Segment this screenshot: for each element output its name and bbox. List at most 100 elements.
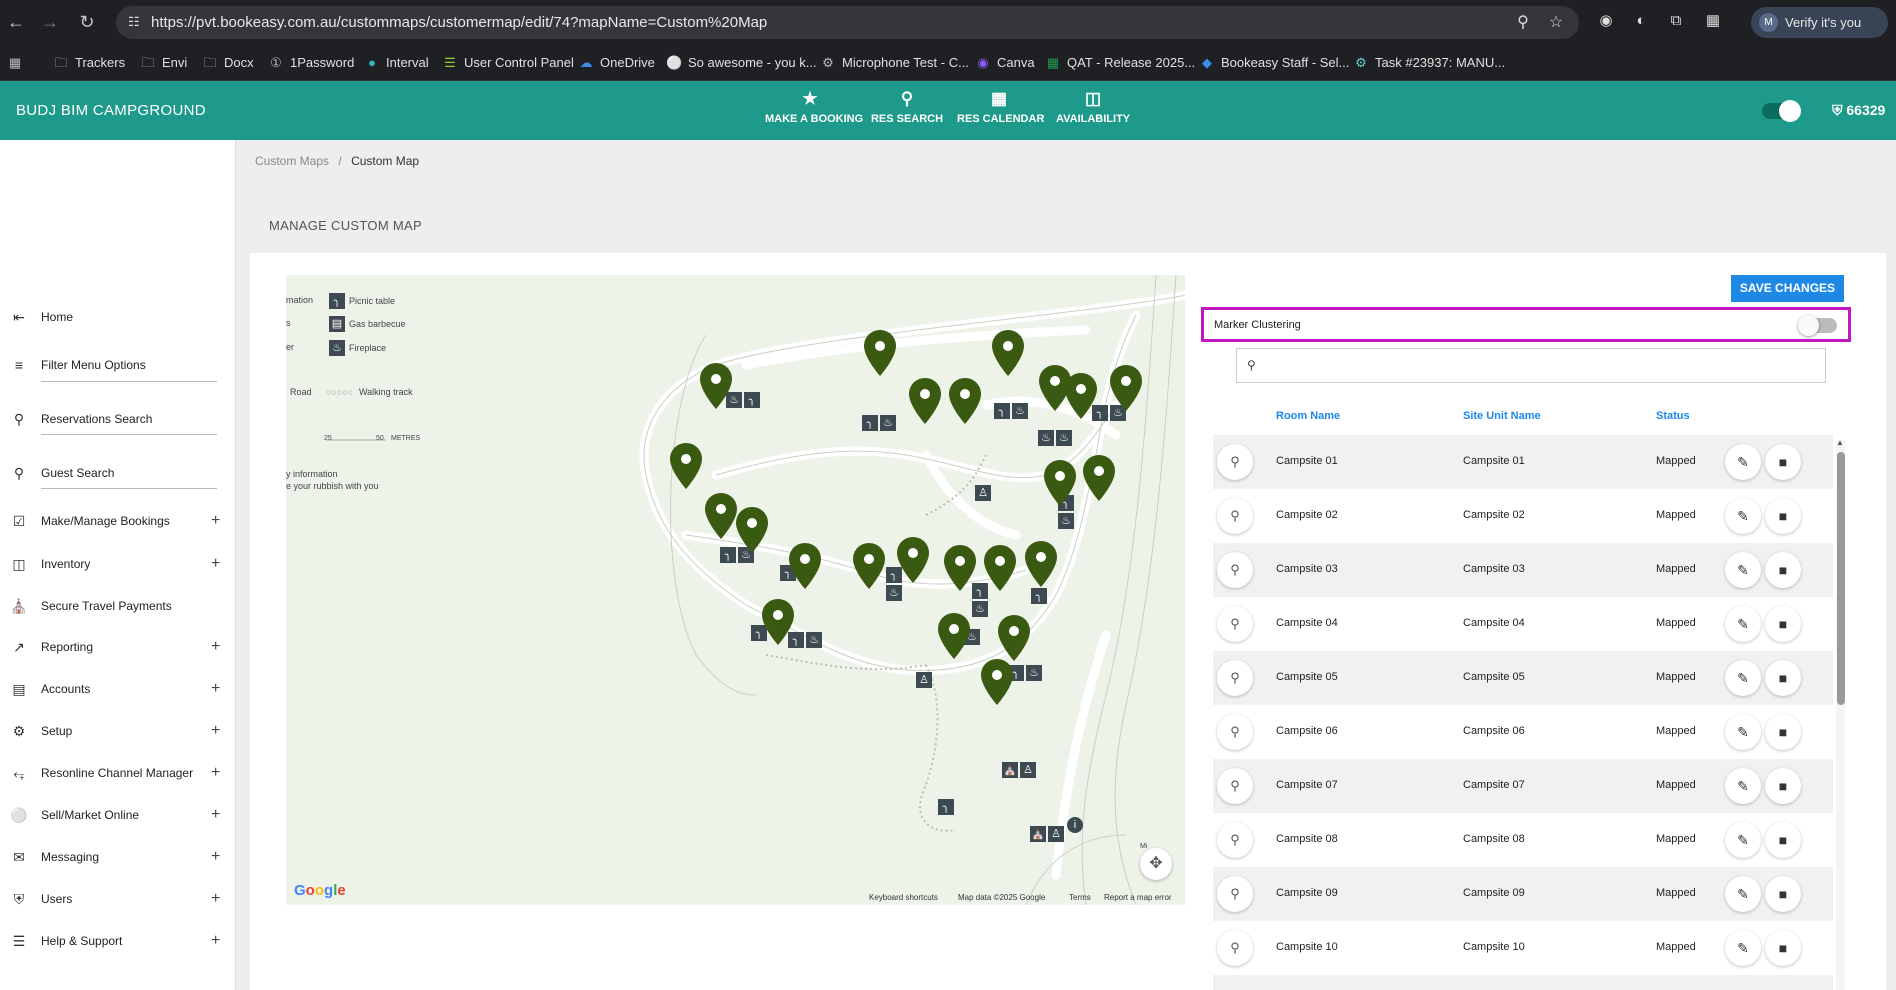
password-extension-icon[interactable]: ◉	[1596, 11, 1616, 31]
extension-icon[interactable]: ◐	[1631, 11, 1651, 31]
copy-extension-icon[interactable]: ⧉	[1666, 11, 1686, 31]
edit-pencil-icon[interactable]: ✎	[1725, 552, 1761, 588]
sidebar-item-setup[interactable]: ⚙ Setup +	[0, 716, 236, 746]
table-row[interactable]: ⚲ Campsite 10 Campsite 10 Mapped ✎ ■	[1213, 921, 1833, 975]
map-pin-icon[interactable]: ⚲	[1217, 822, 1253, 858]
sidebar-item-resonline-channel-manager[interactable]: ⥆ Resonline Channel Manager +	[0, 758, 236, 788]
map-pin-icon[interactable]: ⚲	[1217, 606, 1253, 642]
edit-pencil-icon[interactable]: ✎	[1725, 444, 1761, 480]
map-pin-icon[interactable]: ⚲	[1217, 660, 1253, 696]
expand-icon[interactable]: +	[211, 555, 220, 573]
scroll-up-icon[interactable]: ▲	[1836, 438, 1844, 447]
map-pin-icon[interactable]: ⚲	[1217, 768, 1253, 804]
sidebar-item-users[interactable]: ⛨ Users +	[0, 884, 236, 914]
site-settings-icon[interactable]: ☷	[128, 14, 144, 30]
nav-make-a-booking[interactable]: ★ MAKE A BOOKING	[765, 89, 863, 133]
bookmark-canva[interactable]: ◉ Canva	[975, 54, 1034, 72]
zoom-icon[interactable]: ⚲	[1513, 13, 1533, 33]
delete-trash-icon[interactable]: ■	[1765, 822, 1801, 858]
table-row[interactable]: ⚲ Campsite 08 Campsite 08 Mapped ✎ ■	[1213, 813, 1833, 867]
expand-icon[interactable]: +	[211, 722, 220, 740]
sidebar-item-reporting[interactable]: ↗ Reporting +	[0, 632, 236, 662]
bookmark-1password[interactable]: ① 1Password	[268, 54, 354, 72]
edit-pencil-icon[interactable]: ✎	[1725, 822, 1761, 858]
table-row[interactable]: ⚲ Campsite 07 Campsite 07 Mapped ✎ ■	[1213, 759, 1833, 813]
edit-pencil-icon[interactable]: ✎	[1725, 876, 1761, 912]
bookmark-star-icon[interactable]: ☆	[1546, 13, 1566, 33]
expand-icon[interactable]: +	[211, 680, 220, 698]
column-header-status[interactable]: Status	[1656, 410, 1690, 422]
nav-availability[interactable]: ◫ AVAILABILITY	[1056, 89, 1130, 133]
sidebar-item-home[interactable]: ⇤ Home	[0, 302, 236, 332]
apps-grid-icon[interactable]: ▦	[7, 54, 29, 72]
terms-link[interactable]: Terms	[1069, 893, 1091, 902]
url-text[interactable]: https://pvt.bookeasy.com.au/custommaps/c…	[151, 14, 767, 31]
table-row[interactable]: ⚲ Campsite 01 Campsite 01 Mapped ✎ ■	[1213, 435, 1833, 489]
delete-trash-icon[interactable]: ■	[1765, 930, 1801, 966]
sidebar-item-reservations-search[interactable]: ⚲ Reservations Search	[0, 404, 236, 434]
fullscreen-icon[interactable]: ✥	[1140, 848, 1172, 880]
delete-trash-icon[interactable]: ■	[1765, 498, 1801, 534]
delete-trash-icon[interactable]: ■	[1765, 444, 1801, 480]
bookmark-onedrive[interactable]: ☁ OneDrive	[578, 54, 655, 72]
brand-name[interactable]: BUDJ BIM CAMPGROUND	[16, 102, 206, 119]
nav-res-search[interactable]: ⚲ RES SEARCH	[870, 89, 944, 133]
report-error-link[interactable]: Report a map error	[1104, 893, 1172, 902]
delete-trash-icon[interactable]: ■	[1765, 552, 1801, 588]
sidebar-item-help-support[interactable]: ☰ Help & Support +	[0, 926, 236, 956]
expand-icon[interactable]: +	[211, 932, 220, 950]
sidebar-item-accounts[interactable]: ▤ Accounts +	[0, 674, 236, 704]
puzzle-extension-icon[interactable]: ▦	[1703, 11, 1723, 31]
google-logo[interactable]: Google	[294, 882, 346, 899]
forward-arrow-icon[interactable]: →	[38, 10, 62, 34]
room-search-input[interactable]	[1267, 355, 1817, 377]
table-row[interactable]: ⚲ Campsite 05 Campsite 05 Mapped ✎ ■	[1213, 651, 1833, 705]
table-row[interactable]: ⚲ Campsite 02 Campsite 02 Mapped ✎ ■	[1213, 489, 1833, 543]
sidebar-item-make-manage-bookings[interactable]: ☑ Make/Manage Bookings +	[0, 506, 236, 536]
bookmark-interval[interactable]: ● Interval	[364, 54, 429, 72]
breadcrumb-link-custom-maps[interactable]: Custom Maps	[255, 154, 329, 168]
table-row[interactable]: ⚲ Campsite 09 Campsite 09 Mapped ✎ ■	[1213, 867, 1833, 921]
bookmark-envi[interactable]: 🗀 Envi	[140, 54, 187, 72]
header-toggle[interactable]	[1762, 100, 1801, 122]
bookmark-so-awesome[interactable]: ⚪ So awesome - you k...	[666, 54, 817, 72]
expand-icon[interactable]: +	[211, 848, 220, 866]
expand-icon[interactable]: +	[211, 890, 220, 908]
edit-pencil-icon[interactable]: ✎	[1725, 930, 1761, 966]
campground-map[interactable]: mation s er ╮ Picnic table ▤ Gas barbecu…	[286, 275, 1185, 905]
map-pin-icon[interactable]: ⚲	[1217, 552, 1253, 588]
sidebar-item-messaging[interactable]: ✉ Messaging +	[0, 842, 236, 872]
expand-icon[interactable]: +	[211, 512, 220, 530]
table-row[interactable]: ⚲ Campsite 03 Campsite 03 Mapped ✎ ■	[1213, 543, 1833, 597]
sidebar-item-inventory[interactable]: ◫ Inventory +	[0, 549, 236, 579]
bookmark-docx[interactable]: 🗀 Docx	[202, 54, 253, 72]
reload-icon[interactable]: ↻	[75, 10, 99, 34]
delete-trash-icon[interactable]: ■	[1765, 768, 1801, 804]
sidebar-item-filter-menu-options[interactable]: ≡ Filter Menu Options	[0, 350, 236, 380]
map-pin-icon[interactable]: ⚲	[1217, 498, 1253, 534]
bookmark-microphone-test[interactable]: ⚙ Microphone Test - C...	[820, 54, 969, 72]
bookmark-qat-release[interactable]: ▦ QAT - Release 2025...	[1045, 54, 1195, 72]
back-arrow-icon[interactable]: ←	[4, 10, 28, 34]
map-pin-icon[interactable]: ⚲	[1217, 714, 1253, 750]
column-header-site-unit-name[interactable]: Site Unit Name	[1463, 410, 1541, 422]
table-scrollbar-thumb[interactable]	[1837, 452, 1845, 705]
bookmark-user-control-panel[interactable]: ☰ User Control Panel	[442, 54, 574, 72]
sidebar-item-secure-travel-payments[interactable]: ⛪ Secure Travel Payments	[0, 591, 236, 621]
verify-profile-button[interactable]: M Verify it's you	[1751, 7, 1888, 38]
address-bar[interactable]: ☷ https://pvt.bookeasy.com.au/custommaps…	[116, 6, 1579, 39]
table-row[interactable]: ⚲ Campsite 06 Campsite 06 Mapped ✎ ■	[1213, 705, 1833, 759]
delete-trash-icon[interactable]: ■	[1765, 606, 1801, 642]
nav-res-calendar[interactable]: ▦ RES CALENDAR	[957, 89, 1044, 133]
marker-clustering-toggle[interactable]	[1798, 315, 1837, 336]
save-changes-button[interactable]: SAVE CHANGES	[1731, 275, 1844, 302]
map-pin-icon[interactable]: ⚲	[1217, 930, 1253, 966]
table-row[interactable]: ⚲ Campsite 04 Campsite 04 Mapped ✎ ■	[1213, 597, 1833, 651]
edit-pencil-icon[interactable]: ✎	[1725, 714, 1761, 750]
bookmark-bookeasy-staff[interactable]: ◆ Bookeasy Staff - Sel...	[1199, 54, 1349, 72]
user-id-badge[interactable]: ⛨ 66329	[1832, 102, 1885, 119]
map-pin-icon[interactable]: ⚲	[1217, 876, 1253, 912]
expand-icon[interactable]: +	[211, 638, 220, 656]
edit-pencil-icon[interactable]: ✎	[1725, 660, 1761, 696]
edit-pencil-icon[interactable]: ✎	[1725, 606, 1761, 642]
